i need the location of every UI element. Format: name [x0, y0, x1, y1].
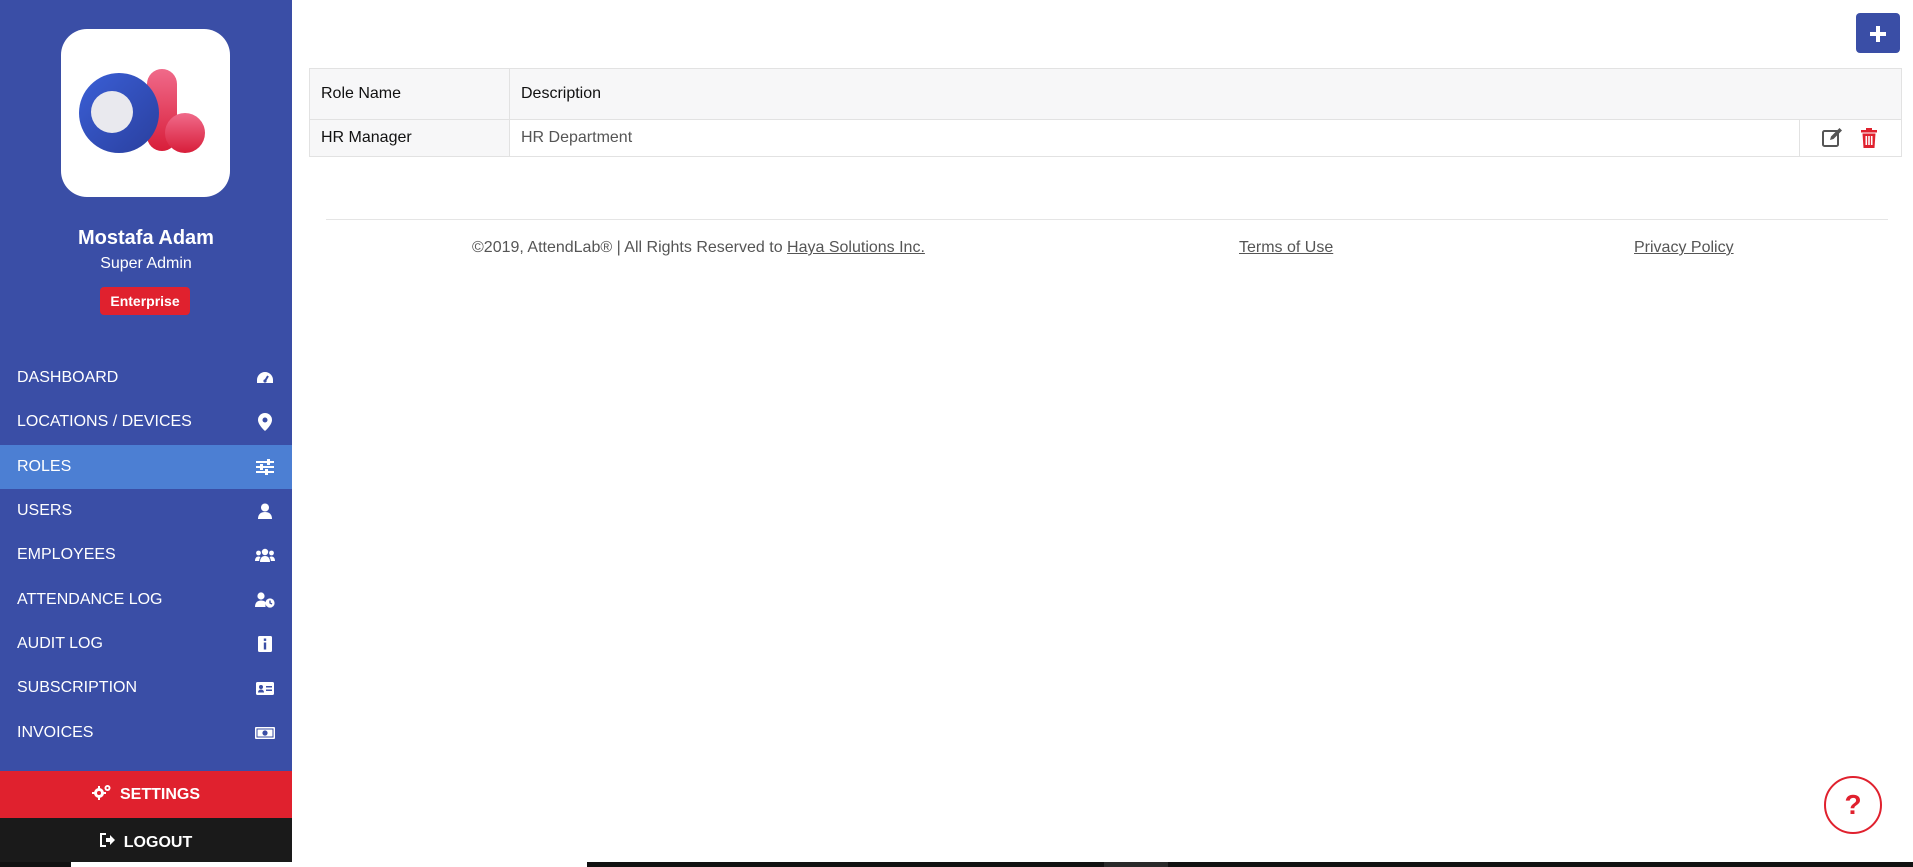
- help-button[interactable]: ?: [1824, 776, 1882, 834]
- sidebar: Mostafa Adam Super Admin Enterprise DASH…: [0, 0, 292, 867]
- sidebar-item-roles[interactable]: ROLES: [0, 444, 292, 489]
- sliders-icon: [255, 457, 275, 477]
- footer-divider: [326, 219, 1888, 220]
- sidebar-item-label: AUDIT LOG: [17, 634, 103, 652]
- table-header-row: Role Name Description: [309, 68, 1902, 120]
- privacy-policy-link[interactable]: Privacy Policy: [1634, 239, 1734, 257]
- sidebar-item-invoices[interactable]: INVOICES: [0, 710, 292, 754]
- sidebar-item-attendance-log[interactable]: ATTENDANCE LOG: [0, 577, 292, 621]
- sidebar-item-users[interactable]: USERS: [0, 489, 292, 533]
- settings-button[interactable]: SETTINGS: [0, 771, 292, 818]
- sidebar-item-label: EMPLOYEES: [17, 546, 116, 564]
- users-group-icon: [255, 545, 275, 565]
- terms-of-use-link[interactable]: Terms of Use: [1239, 239, 1333, 257]
- edit-icon[interactable]: [1820, 126, 1844, 150]
- user-clock-icon: [255, 590, 275, 610]
- sidebar-item-label: ATTENDANCE LOG: [17, 590, 163, 608]
- settings-label: SETTINGS: [119, 785, 200, 803]
- plus-icon: [1870, 18, 1886, 49]
- info-icon: [255, 634, 275, 654]
- bottom-strip: [0, 862, 1913, 867]
- sidebar-item-audit-log[interactable]: AUDIT LOG: [0, 622, 292, 666]
- column-header-role-name: Role Name: [309, 68, 510, 120]
- sidebar-item-locations-devices[interactable]: LOCATIONS / DEVICES: [0, 400, 292, 444]
- sidebar-item-subscription[interactable]: SUBSCRIPTION: [0, 666, 292, 710]
- role-name-cell: HR Manager: [309, 119, 510, 157]
- sign-out-icon: [99, 833, 116, 852]
- table-row: HR Manager HR Department: [309, 119, 1902, 157]
- row-actions: [1799, 119, 1902, 157]
- money-bill-icon: [255, 723, 275, 743]
- logout-button[interactable]: LOGOUT: [0, 818, 292, 867]
- sidebar-item-label: DASHBOARD: [17, 369, 119, 387]
- app-logo: [61, 29, 230, 197]
- trash-icon[interactable]: [1857, 126, 1881, 150]
- sidebar-item-label: SUBSCRIPTION: [17, 679, 138, 697]
- user-icon: [255, 501, 275, 521]
- id-card-icon: [255, 678, 275, 698]
- footer-copyright: ©2019, AttendLab® | All Rights Reserved …: [472, 239, 925, 257]
- sidebar-item-label: INVOICES: [17, 723, 94, 741]
- add-role-button[interactable]: [1856, 13, 1900, 53]
- sidebar-item-employees[interactable]: EMPLOYEES: [0, 533, 292, 577]
- roles-table: Role Name Description HR Manager HR Depa…: [309, 68, 1902, 157]
- company-link[interactable]: Haya Solutions Inc.: [787, 239, 925, 256]
- logout-label: LOGOUT: [123, 833, 193, 851]
- user-name: Mostafa Adam: [78, 227, 214, 249]
- strip-segment: [1104, 862, 1168, 867]
- sidebar-nav: DASHBOARD LOCATIONS / DEVICES ROLES USER…: [0, 356, 292, 755]
- column-header-description: Description: [509, 68, 1902, 120]
- cogs-icon: [91, 784, 112, 805]
- strip-segment: [71, 862, 587, 867]
- sidebar-item-label: USERS: [17, 502, 73, 520]
- map-pin-icon: [255, 412, 275, 432]
- help-label: ?: [1844, 789, 1862, 820]
- sidebar-item-dashboard[interactable]: DASHBOARD: [0, 356, 292, 400]
- user-role: Super Admin: [100, 255, 192, 272]
- dashboard-gauge-icon: [255, 368, 275, 388]
- copyright-text: ©2019, AttendLab® | All Rights Reserved …: [472, 239, 783, 256]
- sidebar-item-label: LOCATIONS / DEVICES: [17, 413, 192, 431]
- plan-badge: Enterprise: [100, 287, 190, 315]
- role-description-cell: HR Department: [509, 119, 1800, 157]
- sidebar-item-label: ROLES: [17, 457, 72, 475]
